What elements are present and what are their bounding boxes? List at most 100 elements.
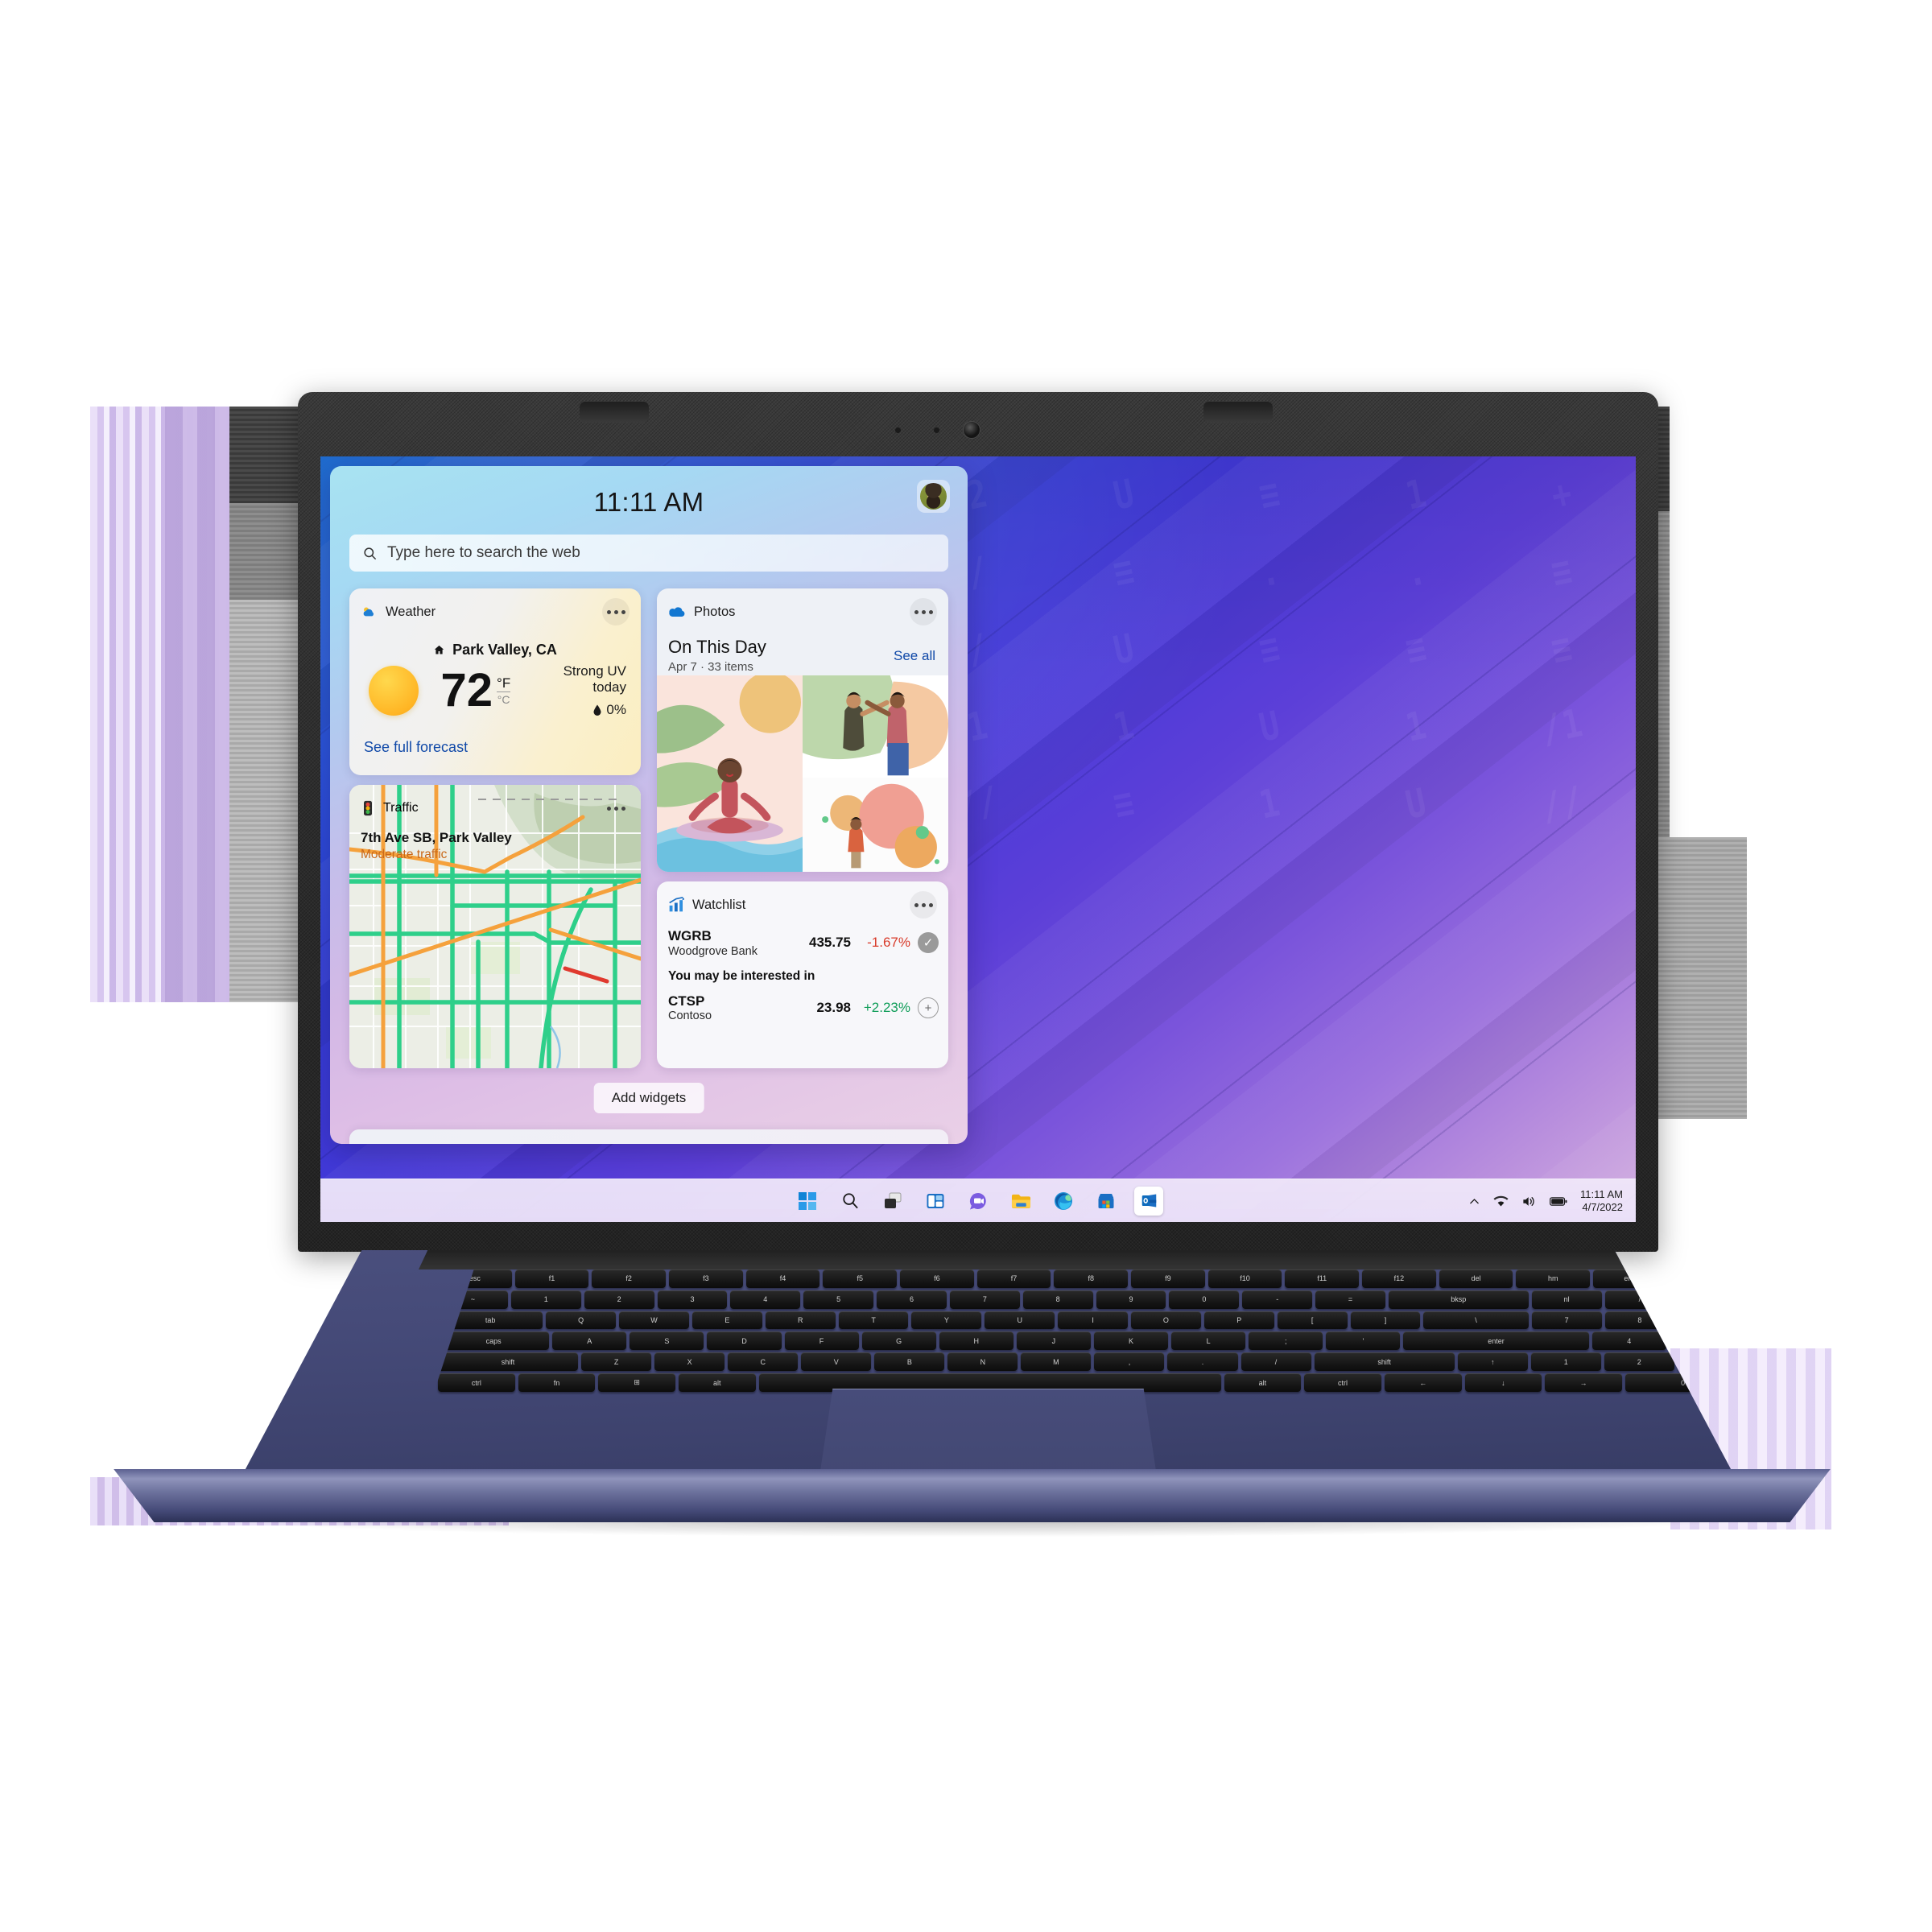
windows-key[interactable]: ⊞	[598, 1373, 675, 1392]
key[interactable]: f12	[1362, 1269, 1436, 1288]
key[interactable]: 5	[1669, 1331, 1743, 1351]
key[interactable]: H	[939, 1331, 1013, 1351]
microsoft-store-button[interactable]	[1092, 1187, 1121, 1216]
key[interactable]: 2	[584, 1290, 654, 1309]
key[interactable]: B	[874, 1352, 945, 1372]
key[interactable]: '	[1326, 1331, 1401, 1351]
key[interactable]: enter	[1403, 1331, 1589, 1351]
watchlist-widget-card[interactable]: Watchlist WGRB Woodgrove Bank 435.75 -1.…	[657, 881, 948, 1068]
photos-widget-card[interactable]: Photos On This Day Apr 7 · 33 items See …	[657, 588, 948, 872]
traffic-more-options-icon[interactable]	[602, 795, 630, 822]
key[interactable]: alt	[678, 1373, 756, 1392]
key[interactable]: 0	[1624, 1373, 1741, 1392]
key[interactable]: .	[1744, 1373, 1821, 1392]
key[interactable]: ctrl	[438, 1373, 515, 1392]
edge-button[interactable]	[1049, 1187, 1078, 1216]
key[interactable]: 3	[657, 1290, 728, 1309]
key[interactable]: f10	[1208, 1269, 1282, 1288]
key[interactable]: K	[1093, 1331, 1169, 1351]
key[interactable]: ]	[1350, 1311, 1421, 1330]
laptop-trackpad[interactable]	[819, 1389, 1158, 1479]
key[interactable]: pgdn	[1747, 1269, 1821, 1288]
key[interactable]: 3	[1677, 1352, 1743, 1372]
key[interactable]: pgup	[1670, 1269, 1743, 1288]
key[interactable]: bksp	[1388, 1290, 1529, 1309]
key[interactable]: -	[1242, 1290, 1313, 1309]
key[interactable]: Z	[581, 1352, 652, 1372]
key[interactable]: L	[1171, 1331, 1246, 1351]
key[interactable]: alt	[1224, 1373, 1302, 1392]
outlook-button[interactable]	[1134, 1186, 1163, 1216]
key[interactable]: →	[1545, 1373, 1622, 1392]
key[interactable]: N	[947, 1352, 1018, 1372]
wifi-icon[interactable]	[1493, 1195, 1509, 1208]
key[interactable]: 1	[1530, 1352, 1601, 1372]
key[interactable]: -	[1751, 1290, 1821, 1309]
key[interactable]: C	[728, 1352, 799, 1372]
photos-see-all-link[interactable]: See all	[894, 648, 935, 664]
key[interactable]: *	[1678, 1290, 1743, 1309]
user-avatar-button[interactable]	[917, 480, 950, 513]
key[interactable]: P	[1203, 1311, 1274, 1330]
widgets-button[interactable]	[921, 1187, 950, 1216]
key[interactable]: del	[1439, 1269, 1513, 1288]
weather-more-options-icon[interactable]	[602, 598, 630, 625]
key[interactable]: f1	[514, 1269, 589, 1288]
key[interactable]: [	[1277, 1311, 1348, 1330]
key[interactable]: Q	[546, 1311, 617, 1330]
key[interactable]: 9	[1678, 1311, 1743, 1330]
key[interactable]: +	[1751, 1311, 1821, 1330]
key[interactable]: 7	[1531, 1311, 1602, 1330]
plus-icon[interactable]: +	[918, 997, 939, 1019]
key[interactable]: 8	[1604, 1311, 1675, 1330]
key[interactable]: A	[552, 1331, 627, 1351]
key[interactable]: 6	[1747, 1331, 1821, 1350]
key[interactable]: T	[838, 1311, 909, 1330]
key[interactable]: f2	[592, 1269, 667, 1288]
key[interactable]: f6	[900, 1269, 974, 1288]
key[interactable]: ,	[1094, 1352, 1165, 1372]
chevron-up-icon[interactable]	[1468, 1195, 1480, 1208]
key[interactable]: W	[619, 1311, 689, 1330]
key[interactable]: O	[1131, 1311, 1201, 1330]
key[interactable]: 0	[1169, 1290, 1240, 1309]
key[interactable]: G	[861, 1331, 936, 1351]
key[interactable]: hm	[1516, 1269, 1591, 1288]
key[interactable]: /	[1604, 1290, 1675, 1309]
key[interactable]: esc	[438, 1269, 512, 1288]
key[interactable]: 2	[1604, 1352, 1674, 1372]
key[interactable]: f5	[823, 1269, 898, 1288]
key[interactable]: E	[691, 1311, 762, 1330]
key[interactable]: tab	[438, 1311, 543, 1330]
key[interactable]: 1	[510, 1290, 581, 1309]
speaker-icon[interactable]	[1521, 1195, 1537, 1208]
photo-thumbnail-3[interactable]	[803, 777, 948, 872]
key[interactable]: U	[985, 1311, 1055, 1330]
watchlist-row[interactable]: CTSP Contoso 23.98 +2.23% +	[657, 993, 948, 1022]
key[interactable]: nl	[1531, 1290, 1602, 1309]
photo-thumbnail-1[interactable]	[657, 675, 803, 872]
photo-thumbnail-2[interactable]	[803, 675, 948, 778]
weather-widget-card[interactable]: Weather Park Valley, CA 72 °F °C Strong …	[349, 588, 641, 775]
key[interactable]: I	[1058, 1311, 1129, 1330]
key[interactable]: ctrl	[1304, 1373, 1381, 1392]
laptop-keyboard[interactable]: esc f1 f2 f3 f4 f5 f6 f7 f8 f9 f10 f11 f12 del…	[433, 1266, 1821, 1395]
key[interactable]: f3	[669, 1269, 743, 1288]
key[interactable]: .	[1167, 1352, 1238, 1372]
photos-more-options-icon[interactable]	[910, 598, 937, 625]
key[interactable]: shift	[1314, 1352, 1455, 1372]
web-search-input[interactable]: Type here to search the web	[349, 535, 948, 572]
key[interactable]: D	[707, 1331, 782, 1351]
key[interactable]: f11	[1285, 1269, 1360, 1288]
key[interactable]: ↑	[1457, 1352, 1528, 1372]
key[interactable]: ↓	[1464, 1373, 1542, 1392]
key[interactable]: ←	[1384, 1373, 1462, 1392]
search-button[interactable]	[836, 1187, 865, 1216]
weather-see-full-forecast-link[interactable]: See full forecast	[349, 739, 641, 756]
photos-mosaic[interactable]	[657, 675, 948, 872]
key[interactable]: \	[1423, 1311, 1529, 1330]
key[interactable]: V	[801, 1352, 872, 1372]
key[interactable]: shift	[438, 1352, 579, 1372]
weather-unit-toggle[interactable]: °F °C	[497, 675, 511, 706]
task-view-button[interactable]	[878, 1187, 907, 1216]
